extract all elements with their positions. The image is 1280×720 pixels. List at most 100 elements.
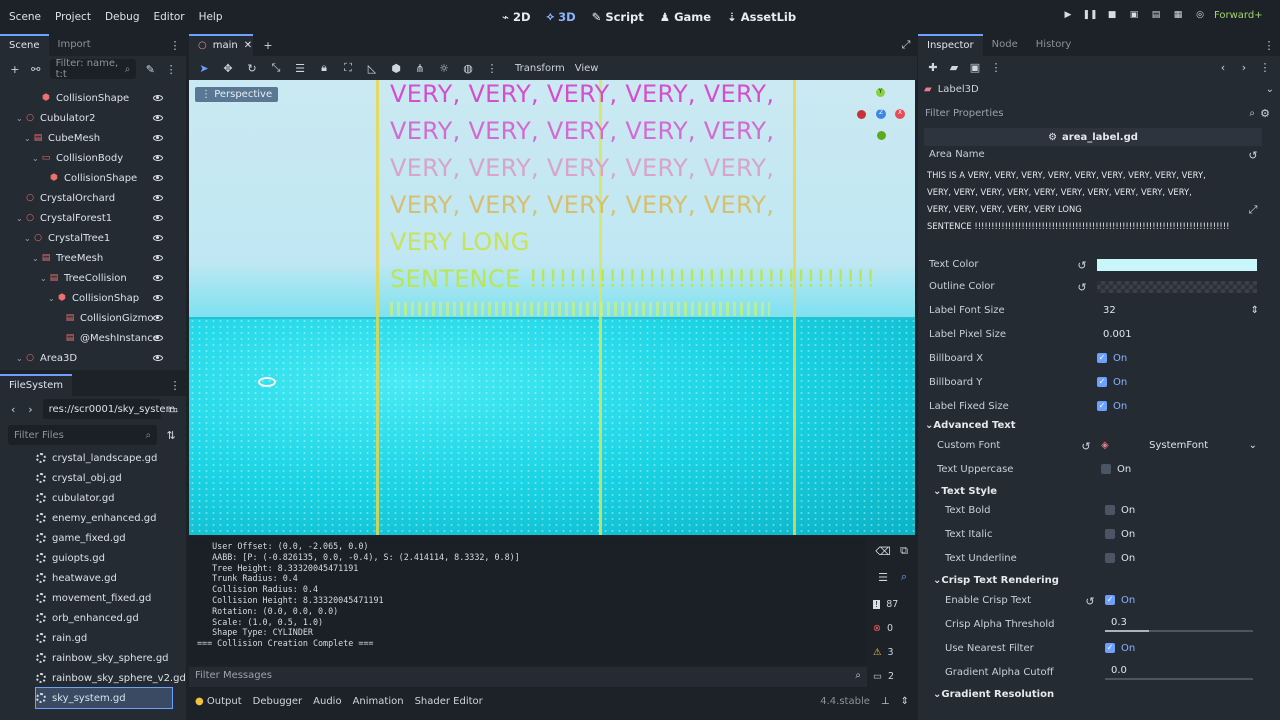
back-icon[interactable]: ‹ xyxy=(8,402,18,416)
revert-icon[interactable]: ↺ xyxy=(1246,148,1260,162)
gradient-resolution-section[interactable]: ⌄ Gradient Resolution xyxy=(933,684,1054,704)
custom-font-picker[interactable]: ◈ SystemFont ⌄ xyxy=(1101,435,1257,455)
chevron-down-icon[interactable]: ⌄ xyxy=(16,214,25,223)
file-item[interactable]: sky_system.gd xyxy=(35,687,173,709)
gradient-cutoff-value[interactable]: 0.0 xyxy=(1111,660,1127,680)
sun-icon[interactable]: ☼ xyxy=(437,61,451,75)
area-name-field[interactable]: THIS IS A VERY, VERY, VERY, VERY, VERY, … xyxy=(924,167,1240,251)
font-size-field[interactable]: 32 ⇕ xyxy=(1103,300,1259,320)
movie-icon[interactable]: ◎ xyxy=(1194,9,1206,21)
file-item[interactable]: heatwave.gd xyxy=(36,568,117,588)
remote-debug-icon[interactable]: ▣ xyxy=(1128,9,1140,21)
scene-tree-item[interactable]: ⌄ ○ Cubulator2 xyxy=(16,108,176,128)
outline-color-swatch[interactable] xyxy=(1097,281,1257,293)
bold-checkbox[interactable]: On xyxy=(1105,500,1135,520)
text-color-swatch[interactable] xyxy=(1097,259,1257,271)
3d-viewport[interactable]: VERY, VERY, VERY, VERY, VERY, VERY, VERY,… xyxy=(189,80,915,535)
tab-shader-editor[interactable]: Shader Editor xyxy=(415,696,483,707)
visibility-icon[interactable] xyxy=(153,235,163,241)
workspace-2d-button[interactable]: ⌁ 2D xyxy=(502,9,531,24)
visibility-icon[interactable] xyxy=(153,355,163,361)
scene-tree-item[interactable]: ⌄ ▤ CubeMesh xyxy=(24,128,176,148)
tab-node[interactable]: Node xyxy=(983,34,1027,56)
save-resource-icon[interactable]: ▣ xyxy=(968,60,982,74)
editor-message-count[interactable]: ▭ 2 xyxy=(873,667,911,685)
tab-animation[interactable]: Animation xyxy=(353,696,404,707)
scene-tree-item[interactable]: ⌄ ⬢ CollisionShap xyxy=(48,288,176,308)
scene-tree-item[interactable]: ⬢ CollisionShape xyxy=(32,88,176,108)
fixed-size-checkbox[interactable]: ✓ On xyxy=(1097,396,1127,416)
visibility-icon[interactable] xyxy=(153,335,163,341)
revert-icon[interactable]: ↺ xyxy=(1079,439,1093,453)
tab-debugger[interactable]: Debugger xyxy=(253,696,303,707)
chevron-down-icon[interactable]: ⌄ xyxy=(32,254,41,263)
file-item[interactable]: crystal_obj.gd xyxy=(36,468,122,488)
scene-tree-item[interactable]: ⌄ ▤ TreeCollision xyxy=(40,268,176,288)
axis-gizmo[interactable]: Y X Z xyxy=(855,86,905,142)
perspective-menu[interactable]: ⋮ Perspective xyxy=(195,87,279,102)
scene-tree-item[interactable]: ▤ CollisionGizmo xyxy=(56,308,176,328)
tab-audio[interactable]: Audio xyxy=(313,696,341,707)
file-item[interactable]: rainbow_sky_sphere_v2.gd xyxy=(36,668,186,688)
clear-output-icon[interactable]: ⌫ xyxy=(875,544,891,558)
tab-output[interactable]: ● Output xyxy=(195,696,242,707)
file-item[interactable]: cubulator.gd xyxy=(36,488,115,508)
uppercase-checkbox[interactable]: On xyxy=(1101,459,1131,479)
visibility-icon[interactable] xyxy=(153,135,163,141)
distraction-free-icon[interactable]: ⤢ xyxy=(899,38,913,52)
renderer-selector[interactable]: Forward+ xyxy=(1214,10,1263,21)
filter-files-input[interactable]: Filter Files ⌕ xyxy=(8,425,158,445)
environment-icon[interactable]: ◍ xyxy=(461,61,475,75)
error-count[interactable]: ⊗ 0 xyxy=(873,619,911,637)
crisp-text-section[interactable]: ⌄ Crisp Text Rendering xyxy=(933,570,1059,590)
alpha-threshold-value[interactable]: 0.3 xyxy=(1111,612,1127,632)
text-style-section[interactable]: ⌄ Text Style xyxy=(933,481,997,501)
snap-icon[interactable]: ⋔ xyxy=(413,61,427,75)
more-icon[interactable]: ⋮ xyxy=(1258,60,1272,74)
history-back-icon[interactable]: ‹ xyxy=(1216,60,1230,74)
stop-icon[interactable]: ■ xyxy=(1106,9,1118,21)
filter-messages-input[interactable]: Filter Messages ⌕ xyxy=(189,667,867,687)
play-scene-icon[interactable]: ▤ xyxy=(1150,9,1162,21)
alpha-threshold-slider[interactable] xyxy=(1105,630,1253,632)
ruler-icon[interactable]: ◺ xyxy=(365,61,379,75)
tab-history[interactable]: History xyxy=(1027,34,1081,56)
more-icon[interactable]: ⋮ xyxy=(164,62,178,76)
play-icon[interactable]: ▶ xyxy=(1062,9,1074,21)
chevron-down-icon[interactable]: ⌄ xyxy=(40,274,49,283)
dock-menu-icon[interactable]: ⋮ xyxy=(168,378,182,392)
pin-icon[interactable]: ⊥ xyxy=(881,696,890,707)
filter-properties-input[interactable]: Filter Properties ⌕ xyxy=(922,103,1258,123)
message-count[interactable]: ! 87 xyxy=(873,595,911,613)
file-item[interactable]: enemy_enhanced.gd xyxy=(36,508,156,528)
visibility-icon[interactable] xyxy=(153,195,163,201)
filter-lines-icon[interactable]: ☰ xyxy=(876,570,890,584)
visibility-icon[interactable] xyxy=(153,175,163,181)
visibility-icon[interactable] xyxy=(153,255,163,261)
search-icon[interactable]: ⌕ xyxy=(897,570,911,584)
chevron-down-icon[interactable]: ⌄ xyxy=(32,154,41,163)
rotate-tool-icon[interactable]: ↻ xyxy=(245,61,259,75)
dock-menu-icon[interactable]: ⋮ xyxy=(1262,38,1276,52)
menu-debug[interactable]: Debug xyxy=(105,11,140,23)
dock-menu-icon[interactable]: ⋮ xyxy=(168,38,182,52)
copy-output-icon[interactable]: ⧉ xyxy=(897,544,911,558)
tab-scene[interactable]: Scene xyxy=(0,34,49,56)
visibility-icon[interactable] xyxy=(153,275,163,281)
script-filter-icon[interactable]: ✎ xyxy=(143,62,157,76)
add-tab-icon[interactable]: + xyxy=(261,38,275,52)
workspace-game-button[interactable]: ♟ Game xyxy=(660,9,711,24)
view-menu[interactable]: View xyxy=(575,63,599,74)
more-icon[interactable]: ⋮ xyxy=(989,60,1003,74)
billboard-y-checkbox[interactable]: ✓ On xyxy=(1097,372,1127,392)
scene-tree-item[interactable]: ⌄ ○ Area3D xyxy=(16,348,176,368)
revert-icon[interactable]: ↺ xyxy=(1075,280,1089,294)
scene-tree-item[interactable]: ⌄ ○ CrystalForest1 xyxy=(16,208,176,228)
close-icon[interactable]: ✕ xyxy=(244,36,252,56)
output-log[interactable]: User Offset: (0.0, -2.065, 0.0) AABB: [P… xyxy=(189,537,867,665)
scene-tree-item[interactable]: ⌄ ▤ TreeMesh xyxy=(32,248,176,268)
link-icon[interactable]: ⚯ xyxy=(29,62,43,76)
menu-scene[interactable]: Scene xyxy=(9,11,41,23)
file-item[interactable]: guiopts.gd xyxy=(36,548,105,568)
warning-count[interactable]: ⚠ 3 xyxy=(873,643,911,661)
